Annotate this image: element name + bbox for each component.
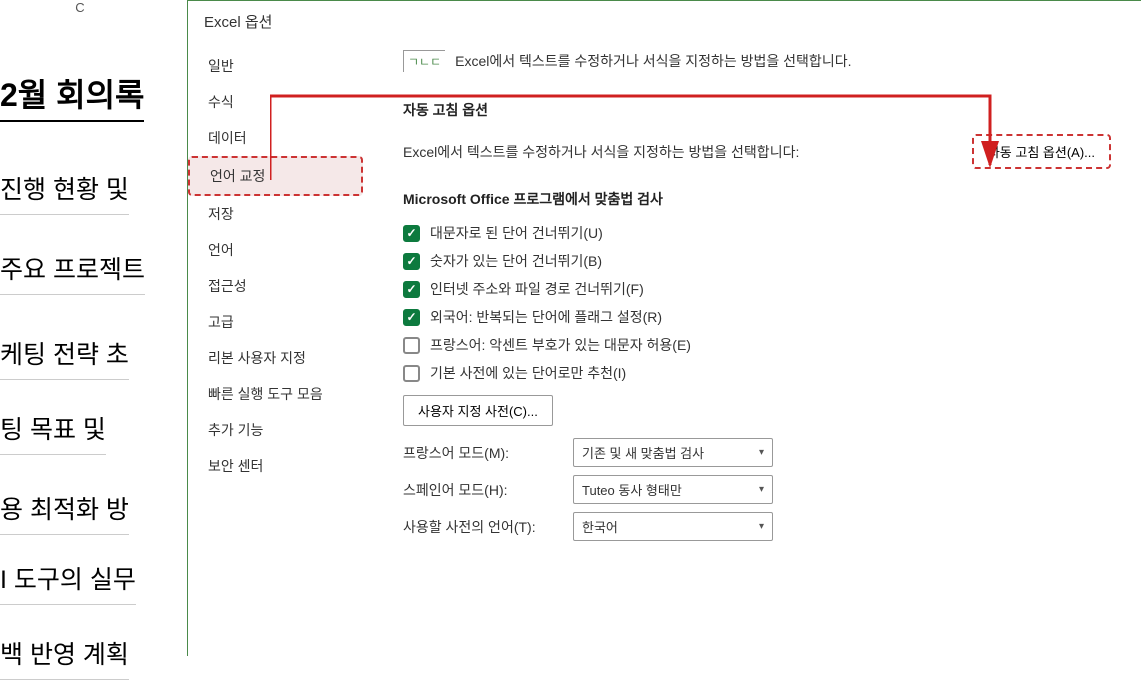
checkbox-internet-label: 인터넷 주소와 파일 경로 건너뛰기(F) bbox=[430, 279, 644, 299]
checkbox-uppercase[interactable]: ✓ bbox=[403, 225, 420, 242]
sheet-row: 백 반영 계획 bbox=[0, 635, 129, 680]
section-spelling-header: Microsoft Office 프로그램에서 맞춤법 검사 bbox=[403, 189, 1111, 209]
column-header-c: C bbox=[50, 0, 110, 15]
sheet-row: 팅 목표 및 bbox=[0, 410, 106, 455]
sheet-row: 용 최적화 방 bbox=[0, 490, 129, 535]
autocorrect-options-button[interactable]: 자동 고침 옵션(A)... bbox=[972, 134, 1111, 169]
chevron-down-icon: ▾ bbox=[759, 447, 764, 458]
proofing-icon: ㄱㄴㄷ bbox=[403, 50, 445, 72]
checkbox-numbers-label: 숫자가 있는 단어 건너뛰기(B) bbox=[430, 251, 602, 271]
nav-item-save[interactable]: 저장 bbox=[188, 196, 363, 232]
nav-item-qat[interactable]: 빠른 실행 도구 모음 bbox=[188, 376, 363, 412]
checkbox-main-dict[interactable] bbox=[403, 365, 420, 382]
options-content: ㄱㄴㄷ Excel에서 텍스트를 수정하거나 서식을 지정하는 방법을 선택합니… bbox=[363, 40, 1141, 655]
chevron-down-icon: ▾ bbox=[759, 484, 764, 495]
french-mode-value: 기존 및 새 맞춤법 검사 bbox=[582, 443, 704, 462]
dict-language-label: 사용할 사전의 언어(T): bbox=[403, 517, 553, 537]
nav-item-accessibility[interactable]: 접근성 bbox=[188, 268, 363, 304]
excel-options-dialog: Excel 옵션 일반 수식 데이터 언어 교정 저장 언어 접근성 고급 리본… bbox=[187, 0, 1141, 656]
sheet-row: 케팅 전략 초 bbox=[0, 335, 129, 380]
spanish-mode-label: 스페인어 모드(H): bbox=[403, 480, 553, 500]
nav-item-general[interactable]: 일반 bbox=[188, 48, 363, 84]
spanish-mode-select[interactable]: Tuteo 동사 형태만 ▾ bbox=[573, 475, 773, 504]
section-autocorrect-header: 자동 고침 옵션 bbox=[403, 100, 1111, 120]
sheet-row: 주요 프로젝트 bbox=[0, 250, 145, 295]
french-mode-label: 프랑스어 모드(M): bbox=[403, 443, 553, 463]
dialog-title: Excel 옵션 bbox=[188, 1, 1141, 40]
checkbox-french-accent-label: 프랑스어: 악센트 부호가 있는 대문자 허용(E) bbox=[430, 335, 691, 355]
options-nav: 일반 수식 데이터 언어 교정 저장 언어 접근성 고급 리본 사용자 지정 빠… bbox=[188, 40, 363, 655]
nav-item-trust[interactable]: 보안 센터 bbox=[188, 448, 363, 484]
nav-item-advanced[interactable]: 고급 bbox=[188, 304, 363, 340]
nav-item-language[interactable]: 언어 bbox=[188, 232, 363, 268]
checkbox-numbers[interactable]: ✓ bbox=[403, 253, 420, 270]
french-mode-select[interactable]: 기존 및 새 맞춤법 검사 ▾ bbox=[573, 438, 773, 467]
dict-language-select[interactable]: 한국어 ▾ bbox=[573, 512, 773, 541]
autocorrect-desc: Excel에서 텍스트를 수정하거나 서식을 지정하는 방법을 선택합니다: bbox=[403, 142, 952, 162]
custom-dictionaries-button[interactable]: 사용자 지정 사전(C)... bbox=[403, 395, 553, 426]
nav-item-ribbon[interactable]: 리본 사용자 지정 bbox=[188, 340, 363, 376]
sheet-row: I 도구의 실무 bbox=[0, 560, 136, 605]
checkbox-main-dict-label: 기본 사전에 있는 단어로만 추천(I) bbox=[430, 363, 626, 383]
checkbox-uppercase-label: 대문자로 된 단어 건너뛰기(U) bbox=[430, 223, 603, 243]
nav-item-proofing[interactable]: 언어 교정 bbox=[188, 156, 363, 196]
chevron-down-icon: ▾ bbox=[759, 521, 764, 532]
intro-text: Excel에서 텍스트를 수정하거나 서식을 지정하는 방법을 선택합니다. bbox=[455, 51, 851, 71]
spanish-mode-value: Tuteo 동사 형태만 bbox=[582, 480, 682, 499]
checkbox-repeated-label: 외국어: 반복되는 단어에 플래그 설정(R) bbox=[430, 307, 662, 327]
dict-language-value: 한국어 bbox=[582, 517, 618, 536]
nav-item-data[interactable]: 데이터 bbox=[188, 120, 363, 156]
checkbox-french-accent[interactable] bbox=[403, 337, 420, 354]
sheet-row: 진행 현황 및 bbox=[0, 170, 129, 215]
checkbox-internet[interactable]: ✓ bbox=[403, 281, 420, 298]
nav-item-addins[interactable]: 추가 기능 bbox=[188, 412, 363, 448]
spreadsheet-background: C 2월 회의록 진행 현황 및 주요 프로젝트 케팅 전략 초 팅 목표 및 … bbox=[0, 0, 200, 656]
nav-item-formulas[interactable]: 수식 bbox=[188, 84, 363, 120]
sheet-title: 2월 회의록 bbox=[0, 70, 144, 122]
checkbox-repeated[interactable]: ✓ bbox=[403, 309, 420, 326]
